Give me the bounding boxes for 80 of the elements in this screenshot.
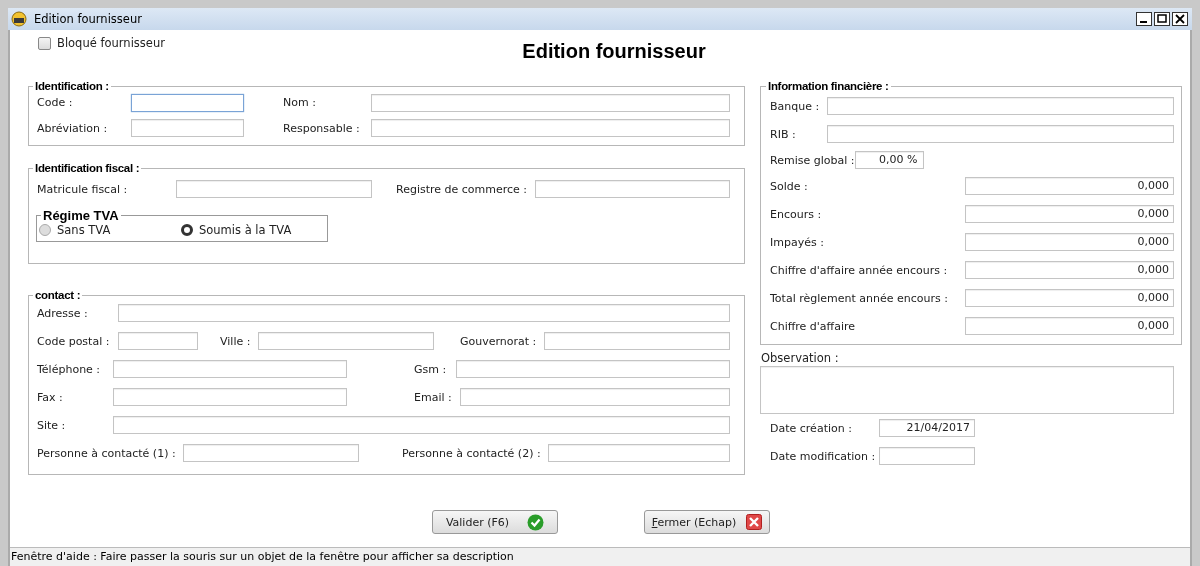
text-field[interactable] <box>371 93 730 112</box>
validate-button[interactable]: Valider (F6) <box>432 510 558 534</box>
text-field[interactable] <box>827 125 1174 143</box>
field-label: Personne à contacté (2) : <box>402 446 542 460</box>
field-label: Nom : <box>283 96 317 110</box>
radio-label: Soumis à la TVA <box>199 223 292 237</box>
window-title: Edition fournisseur <box>34 12 142 26</box>
field-label: Impayés : <box>770 235 824 249</box>
text-field[interactable] <box>113 388 347 406</box>
percent-field[interactable]: 0,00 % <box>855 151 925 169</box>
text-area[interactable] <box>760 366 1174 414</box>
field-label: Date création : <box>770 421 853 435</box>
field-label: Abréviation : <box>37 121 109 135</box>
field-label: Registre de commerce : <box>396 182 529 196</box>
text-field[interactable] <box>258 332 434 350</box>
status-bar: Fenêtre d'aide : Faire passer la souris sur un objet de la fenêtre pour afficher sa description <box>10 547 1190 566</box>
text-field[interactable] <box>456 360 730 378</box>
field-label: Adresse : <box>37 306 89 320</box>
text-field[interactable] <box>118 332 198 350</box>
text-field[interactable] <box>176 180 372 198</box>
radio-button[interactable] <box>181 224 193 236</box>
field-label: Fax : <box>37 390 64 404</box>
amount-field[interactable]: 0,000 <box>965 317 1174 335</box>
group-title: Identification fiscal : <box>34 162 141 174</box>
group-title: contact : <box>34 289 82 301</box>
field-label: Remise global : <box>770 153 855 167</box>
amount-field[interactable]: 0,000 <box>965 205 1174 223</box>
field-label: Ville : <box>220 334 252 348</box>
close-button[interactable]: Fermer (Echap) <box>644 510 770 534</box>
radio-label: Sans TVA <box>57 223 111 237</box>
field-label: Total règlement année encours : <box>770 291 948 305</box>
amount-field[interactable]: 0,000 <box>965 261 1174 279</box>
app-icon <box>10 11 28 27</box>
field-label: Site : <box>37 418 67 432</box>
text-field[interactable] <box>113 360 347 378</box>
field-label: RIB : <box>770 127 797 141</box>
group-title: Information financière : <box>767 80 890 92</box>
text-field[interactable] <box>118 304 730 322</box>
checkbox-label: Bloqué fournisseur <box>57 36 165 50</box>
group-title: Identification : <box>34 80 110 92</box>
text-field[interactable] <box>113 416 730 434</box>
close-icon <box>746 514 763 530</box>
field-label: Chiffre d'affaire <box>770 319 855 333</box>
amount-field[interactable]: 0,000 <box>965 177 1174 195</box>
field-label: Gsm : <box>414 362 448 376</box>
field-label: Gouvernorat : <box>460 334 538 348</box>
maximize-icon[interactable] <box>1154 12 1170 26</box>
field-label: Email : <box>414 390 453 404</box>
field-label: Chiffre d'affaire année encours : <box>770 263 948 277</box>
text-field[interactable] <box>827 97 1174 115</box>
field-label: Date modification : <box>770 449 877 463</box>
text-field[interactable] <box>535 180 730 198</box>
text-field[interactable] <box>460 388 730 406</box>
amount-field[interactable]: 0,000 <box>965 289 1174 307</box>
field-label: Personne à contacté (1) : <box>37 446 177 460</box>
field-label: Responsable : <box>283 121 361 135</box>
text-field[interactable] <box>544 332 730 350</box>
text-field[interactable] <box>131 93 244 112</box>
form-heading: Edition fournisseur <box>522 40 706 64</box>
field-label: Encours : <box>770 207 822 221</box>
field-label: Code : <box>37 96 74 110</box>
group-title: Régime TVA <box>42 208 120 223</box>
field-label: Observation : <box>760 351 840 365</box>
checkbox[interactable] <box>38 36 51 50</box>
field-label: Matricule fiscal : <box>37 182 129 196</box>
text-field[interactable] <box>131 119 244 138</box>
date-field[interactable]: 21/04/2017 <box>879 419 975 437</box>
checkmark-icon <box>527 513 545 531</box>
minimize-icon[interactable] <box>1136 12 1152 26</box>
field-label: Code postal : <box>37 334 111 348</box>
amount-field[interactable]: 0,000 <box>965 233 1174 251</box>
field-label: Solde : <box>770 179 808 193</box>
field-label: Téléphone : <box>37 362 102 376</box>
text-field[interactable] <box>548 444 730 462</box>
text-field[interactable] <box>371 119 730 138</box>
field-label: Banque : <box>770 99 821 113</box>
radio-button[interactable] <box>39 224 51 236</box>
date-field[interactable] <box>879 447 975 465</box>
text-field[interactable] <box>183 444 359 462</box>
close-icon[interactable] <box>1172 12 1188 26</box>
